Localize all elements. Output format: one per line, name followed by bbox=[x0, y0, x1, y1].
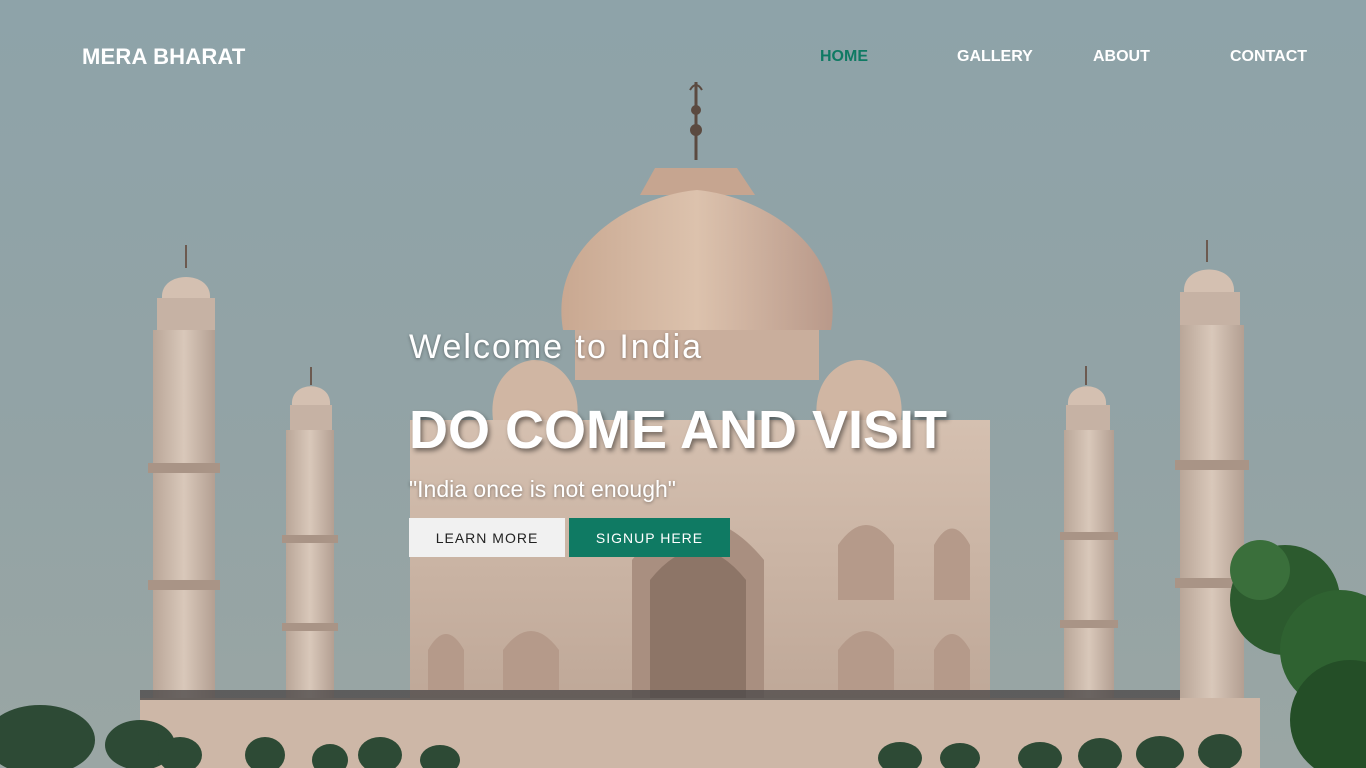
hero-headline: DO COME AND VISIT bbox=[409, 400, 948, 460]
nav-item-about[interactable]: ABOUT bbox=[1093, 48, 1150, 66]
nav-item-home[interactable]: HOME bbox=[820, 48, 868, 66]
hero-tagline: "India once is not enough" bbox=[409, 476, 676, 502]
hero-content: Welcome to India DO COME AND VISIT "Indi… bbox=[409, 328, 1009, 557]
nav-item-gallery[interactable]: GALLERY bbox=[957, 48, 1033, 66]
signup-button[interactable]: SIGNUP HERE bbox=[569, 518, 730, 557]
hero-welcome-text: Welcome to India bbox=[409, 328, 704, 366]
brand-logo[interactable]: MERA BHARAT bbox=[82, 44, 246, 70]
nav-item-contact[interactable]: CONTACT bbox=[1230, 48, 1307, 66]
hero-button-row: LEARN MORE SIGNUP HERE bbox=[409, 518, 1009, 557]
navbar: MERA BHARAT HOME GALLERY ABOUT CONTACT bbox=[0, 0, 1366, 115]
learn-more-button[interactable]: LEARN MORE bbox=[409, 518, 565, 557]
